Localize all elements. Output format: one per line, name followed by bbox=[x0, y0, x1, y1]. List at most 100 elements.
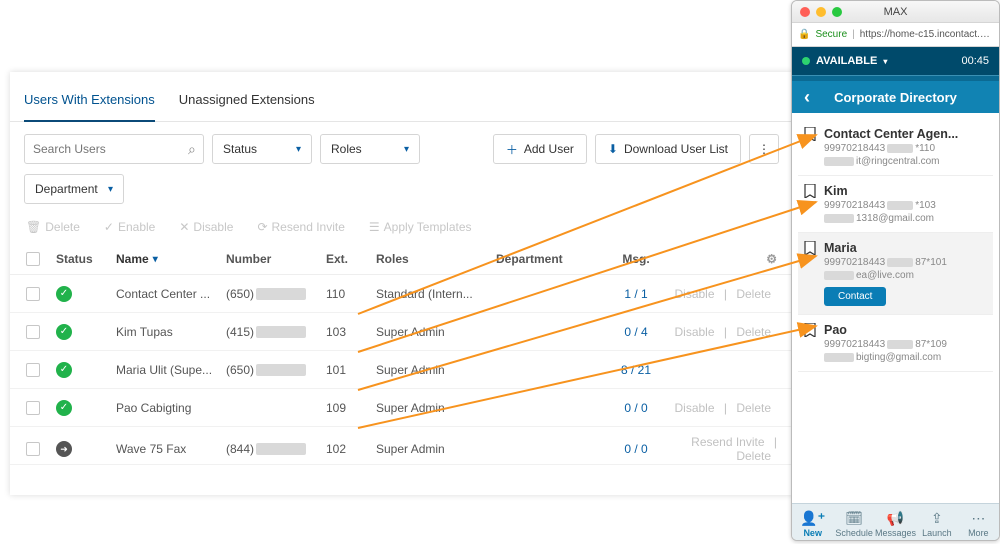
row-checkbox[interactable] bbox=[26, 442, 40, 456]
cell-msg[interactable]: 0 / 0 bbox=[606, 442, 666, 456]
select-all-checkbox[interactable] bbox=[26, 252, 40, 266]
add-user-button[interactable]: ＋ Add User bbox=[493, 134, 587, 164]
agent-status-bar[interactable]: AVAILABLE ▾ 00:45 bbox=[792, 47, 999, 75]
cell-name: Wave 75 Fax bbox=[116, 442, 226, 456]
cell-msg[interactable]: 1 / 1 bbox=[606, 287, 666, 301]
tab-messages[interactable]: 📢Messages bbox=[875, 504, 916, 541]
contact-email: bigting@gmail.com bbox=[824, 352, 987, 363]
contact-button[interactable]: Contact bbox=[824, 287, 886, 306]
status-filter[interactable]: Status ▾ bbox=[212, 134, 312, 164]
status-timer: 00:45 bbox=[961, 55, 989, 67]
tab-unassigned-extensions[interactable]: Unassigned Extensions bbox=[179, 86, 315, 121]
contact-phone: 99970218443*103 bbox=[824, 200, 987, 211]
table-row[interactable]: ✓ Kim Tupas (415) 103 Super Admin 0 / 4 … bbox=[10, 313, 793, 351]
messages-icon: 📢 bbox=[887, 510, 904, 527]
back-arrow-icon[interactable]: ‹ bbox=[804, 87, 810, 108]
cell-msg[interactable]: 8 / 21 bbox=[606, 363, 666, 377]
cell-number: (415) bbox=[226, 325, 326, 339]
col-msg[interactable]: Msg. bbox=[606, 252, 666, 266]
cell-role: Standard (Intern... bbox=[376, 287, 496, 301]
status-dot-icon bbox=[802, 57, 810, 65]
row-actions: Resend Invite | Delete bbox=[666, 435, 777, 463]
contact-phone: 9997021844387*101 bbox=[824, 257, 987, 268]
chevron-down-icon: ▾ bbox=[108, 184, 113, 195]
download-users-button[interactable]: ⬇ Download User List bbox=[595, 134, 741, 164]
tab-schedule[interactable]: 🗓Schedule bbox=[833, 504, 874, 541]
x-icon: ✕ bbox=[179, 220, 189, 234]
row-action[interactable]: Resend Invite bbox=[685, 435, 770, 449]
status-available[interactable]: AVAILABLE ▾ bbox=[802, 55, 887, 67]
status-icon: ✓ bbox=[56, 400, 72, 416]
col-name[interactable]: Name▾ bbox=[116, 252, 226, 266]
cell-name: Maria Ulit (Supe... bbox=[116, 363, 226, 377]
row-checkbox[interactable] bbox=[26, 287, 40, 301]
tab-more[interactable]: ⋯More bbox=[958, 504, 999, 541]
roles-filter[interactable]: Roles ▾ bbox=[320, 134, 420, 164]
contact-phone: 9997021844387*109 bbox=[824, 339, 987, 350]
contact-name: Pao bbox=[824, 323, 987, 337]
bulk-enable: ✓Enable bbox=[104, 220, 155, 234]
col-number[interactable]: Number bbox=[226, 252, 326, 266]
bookmark-icon bbox=[804, 127, 816, 141]
bulk-delete: 🗑Delete bbox=[26, 220, 80, 234]
directory-header: ‹ Corporate Directory bbox=[792, 81, 999, 113]
department-filter[interactable]: Department ▾ bbox=[24, 174, 124, 204]
table-row[interactable]: ✓ Maria Ulit (Supe... (650) 101 Super Ad… bbox=[10, 351, 793, 389]
directory-list[interactable]: Contact Center Agen... 99970218443*110 i… bbox=[792, 113, 999, 503]
contact-item[interactable]: Kim 99970218443*103 1318@gmail.com bbox=[798, 176, 993, 233]
row-action[interactable]: Delete bbox=[730, 449, 777, 463]
search-input-wrap[interactable]: ⌕ bbox=[24, 134, 204, 164]
cell-ext: 102 bbox=[326, 442, 376, 456]
bulk-disable: ✕Disable bbox=[179, 220, 233, 234]
browser-url-bar[interactable]: 🔒 Secure | https://home-c15.incontact.co… bbox=[792, 23, 999, 47]
cell-msg[interactable]: 0 / 0 bbox=[606, 401, 666, 415]
cell-name: Contact Center ... bbox=[116, 287, 226, 301]
tab-new[interactable]: 👤⁺New bbox=[792, 504, 833, 541]
row-action[interactable]: Disable bbox=[668, 287, 720, 301]
table-row[interactable]: ✓ Contact Center ... (650) 110 Standard … bbox=[10, 275, 793, 313]
cell-ext: 109 bbox=[326, 401, 376, 415]
mac-titlebar: MAX bbox=[792, 1, 999, 23]
cell-number: (844) bbox=[226, 442, 326, 456]
col-roles[interactable]: Roles bbox=[376, 252, 496, 266]
toolbar-row2: Department ▾ bbox=[10, 170, 793, 214]
col-status[interactable]: Status bbox=[56, 252, 116, 266]
contact-item[interactable]: Maria 9997021844387*101 ea@live.com Cont… bbox=[798, 233, 993, 315]
col-ext[interactable]: Ext. bbox=[326, 252, 376, 266]
row-action[interactable]: Delete bbox=[730, 401, 777, 415]
new-icon: 👤⁺ bbox=[800, 510, 825, 527]
more-menu-button[interactable]: ⋮ bbox=[749, 134, 779, 164]
status-icon: ✓ bbox=[56, 324, 72, 340]
tab-launch[interactable]: ⇪Launch bbox=[916, 504, 957, 541]
row-action[interactable]: Disable bbox=[668, 401, 720, 415]
row-checkbox[interactable] bbox=[26, 363, 40, 377]
contact-item[interactable]: Pao 9997021844387*109 bigting@gmail.com bbox=[798, 315, 993, 372]
directory-title: Corporate Directory bbox=[834, 90, 957, 105]
status-filter-label: Status bbox=[223, 142, 257, 156]
col-department[interactable]: Department bbox=[496, 252, 606, 266]
cell-role: Super Admin bbox=[376, 363, 496, 377]
window-title: MAX bbox=[792, 6, 999, 18]
row-action[interactable]: Delete bbox=[730, 325, 777, 339]
row-checkbox[interactable] bbox=[26, 401, 40, 415]
cell-name: Pao Cabigting bbox=[116, 401, 226, 415]
status-icon: ✓ bbox=[56, 362, 72, 378]
row-action[interactable]: Disable bbox=[668, 325, 720, 339]
row-action[interactable]: Delete bbox=[730, 287, 777, 301]
department-filter-label: Department bbox=[35, 182, 98, 196]
row-actions: Disable | Delete bbox=[666, 325, 777, 339]
search-input[interactable] bbox=[33, 142, 188, 156]
contact-name: Maria bbox=[824, 241, 987, 255]
table-row[interactable]: ✓ Pao Cabigting 109 Super Admin 0 / 0 Di… bbox=[10, 389, 793, 427]
gear-icon[interactable]: ⚙ bbox=[766, 252, 777, 266]
bookmark-icon bbox=[804, 241, 816, 255]
table-row[interactable]: ➜ Wave 75 Fax (844) 102 Super Admin 0 / … bbox=[10, 427, 793, 465]
contact-name: Kim bbox=[824, 184, 987, 198]
contact-item[interactable]: Contact Center Agen... 99970218443*110 i… bbox=[798, 119, 993, 176]
cell-msg[interactable]: 0 / 4 bbox=[606, 325, 666, 339]
bulk-resend: ⟳Resend Invite bbox=[257, 220, 344, 234]
tab-users-with-extensions[interactable]: Users With Extensions bbox=[24, 86, 155, 121]
contact-phone: 99970218443*110 bbox=[824, 143, 987, 154]
row-checkbox[interactable] bbox=[26, 325, 40, 339]
kebab-icon: ⋮ bbox=[758, 142, 770, 156]
